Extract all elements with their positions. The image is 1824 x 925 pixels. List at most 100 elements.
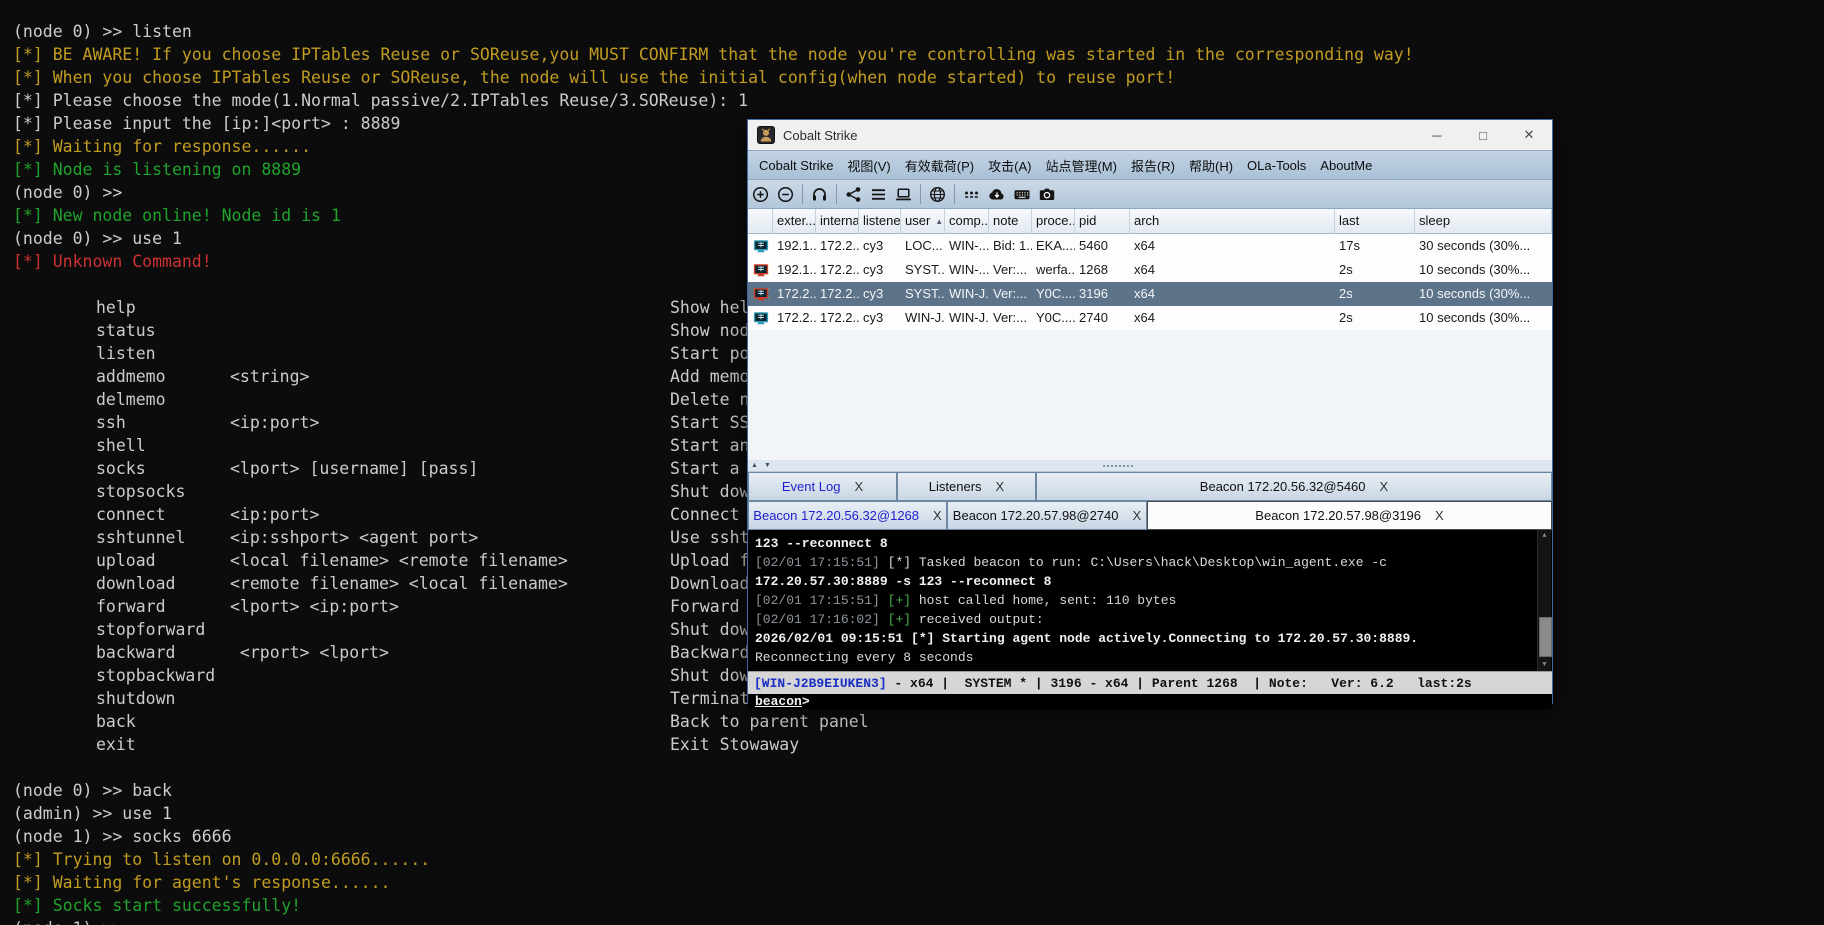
menu-cobalt-strike[interactable]: Cobalt Strike xyxy=(748,158,840,173)
plus-circle-icon[interactable] xyxy=(748,182,773,206)
console-timestamp: [02/01 17:16:02] xyxy=(755,612,880,627)
cell-process: Y0C.... xyxy=(1036,286,1075,301)
command-args: <rport> <lport> xyxy=(230,643,389,662)
cell-pid: 3196 xyxy=(1079,286,1108,301)
scrollbar-thumb[interactable] xyxy=(1539,617,1552,657)
maximize-button[interactable]: □ xyxy=(1460,120,1506,150)
column-header-internal[interactable]: internal xyxy=(816,209,859,233)
menu-site-management[interactable]: 站点管理(M) xyxy=(1038,156,1124,175)
tab-beacon-5460[interactable]: Beacon 172.20.56.32@5460 X xyxy=(1036,472,1552,501)
cell-listener: cy3 xyxy=(863,286,884,301)
tab-label: Beacon 172.20.56.32@1268 xyxy=(753,508,920,523)
tab-close-icon[interactable]: X xyxy=(1380,479,1389,494)
tab-beacon-2740[interactable]: Beacon 172.20.57.98@2740 X xyxy=(947,501,1147,530)
menu-help[interactable]: 帮助(H) xyxy=(1182,156,1240,175)
cell-note: Ver:... xyxy=(993,286,1027,301)
beacon-row[interactable]: 192.1... 172.2... cy3 SYST... WIN-... Ve… xyxy=(748,258,1552,282)
column-header-arch[interactable]: arch xyxy=(1130,209,1335,233)
menu-view[interactable]: 视图(V) xyxy=(840,156,897,175)
tab-close-icon[interactable]: X xyxy=(854,479,863,494)
command-name: download xyxy=(96,574,176,593)
list-icon[interactable] xyxy=(866,182,891,206)
command-desc: Show nod xyxy=(670,321,750,340)
command-name: status xyxy=(96,321,156,340)
tab-listeners[interactable]: Listeners X xyxy=(897,472,1036,501)
cell-arch: x64 xyxy=(1134,310,1155,325)
splitter-up-icon[interactable]: ▲ xyxy=(748,460,761,471)
menu-payloads[interactable]: 有效载荷(P) xyxy=(898,156,981,175)
tab-close-icon[interactable]: X xyxy=(1133,508,1142,523)
laptop-icon[interactable] xyxy=(891,182,916,206)
camera-icon[interactable] xyxy=(1034,182,1059,206)
beacon-row[interactable]: 172.2... 172.2... cy3 WIN-J... WIN-J... … xyxy=(748,306,1552,330)
share-icon[interactable] xyxy=(841,182,866,206)
cloud-download-icon[interactable] xyxy=(984,182,1009,206)
scroll-down-icon[interactable]: ▼ xyxy=(1538,659,1551,671)
column-header-process[interactable]: proce... xyxy=(1032,209,1075,233)
tab-close-icon[interactable]: X xyxy=(996,479,1005,494)
menu-ola-tools[interactable]: OLa-Tools xyxy=(1240,158,1313,173)
menu-reporting[interactable]: 报告(R) xyxy=(1124,156,1182,175)
cell-note: Bid: 1... xyxy=(993,238,1032,253)
splitter-grip[interactable] xyxy=(1102,464,1133,467)
column-header-listener[interactable]: listener xyxy=(859,209,901,233)
command-args: <lport> [username] [pass] xyxy=(230,459,479,478)
headset-icon[interactable] xyxy=(807,182,832,206)
menu-aboutme[interactable]: AboutMe xyxy=(1313,158,1379,173)
tab-beacon-1268[interactable]: Beacon 172.20.56.32@1268 X xyxy=(748,501,947,530)
command-name: ssh xyxy=(96,413,126,432)
terminal-prompt-line[interactable]: (node 1) >> xyxy=(0,917,1824,925)
column-header-user-label: user xyxy=(905,213,931,228)
tab-close-icon[interactable]: X xyxy=(933,508,942,523)
scroll-up-icon[interactable]: ▲ xyxy=(1538,530,1551,542)
minimize-button[interactable]: ─ xyxy=(1414,120,1460,150)
beacon-row-selected[interactable]: 172.2... 172.2... cy3 SYST... WIN-J... V… xyxy=(748,282,1552,306)
cell-process: werfa... xyxy=(1036,262,1075,277)
console-scrollbar[interactable]: ▲ ▼ xyxy=(1537,530,1552,671)
command-desc: Shut dow xyxy=(670,620,750,639)
ellipsis-icon[interactable] xyxy=(959,182,984,206)
toolbar-separator xyxy=(954,184,955,204)
splitter-down-icon[interactable]: ▼ xyxy=(761,460,774,471)
status-hostname: [WIN-J2B9EIUKEN3] xyxy=(754,675,887,691)
tab-beacon-3196-active[interactable]: Beacon 172.20.57.98@3196 X xyxy=(1147,501,1552,530)
column-header-external[interactable]: exter... xyxy=(773,209,816,233)
cell-user: SYST... xyxy=(905,286,945,301)
cell-sleep: 10 seconds (30%... xyxy=(1419,310,1531,325)
close-button[interactable]: ✕ xyxy=(1506,120,1552,150)
cell-listener: cy3 xyxy=(863,310,884,325)
success-tag: [+] xyxy=(887,612,912,627)
column-header-sleep[interactable]: sleep xyxy=(1415,209,1552,233)
column-header-user[interactable]: user ▲ xyxy=(901,209,945,233)
terminal-text: (node 0) >> use 1 xyxy=(13,229,182,248)
terminal-text: [*] Waiting for agent's response...... xyxy=(13,873,391,892)
screen: (node 0) >> listen [*] BE AWARE! If you … xyxy=(0,0,1824,925)
command-name: back xyxy=(96,712,136,731)
menu-attacks[interactable]: 攻击(A) xyxy=(981,156,1038,175)
globe-icon[interactable] xyxy=(925,182,950,206)
prompt-label: beacon xyxy=(755,694,802,709)
command-args: <ip:port> xyxy=(230,413,320,432)
column-header-icon[interactable] xyxy=(748,209,773,233)
pane-splitter[interactable]: ▲ ▼ xyxy=(748,460,1552,472)
column-header-pid[interactable]: pid xyxy=(1075,209,1130,233)
beacon-row[interactable]: 192.1... 172.2... cy3 LOC... WIN-... Bid… xyxy=(748,234,1552,258)
command-desc: Start a xyxy=(670,459,740,478)
column-header-last[interactable]: last xyxy=(1335,209,1415,233)
column-header-computer[interactable]: comp... xyxy=(945,209,989,233)
beacon-prompt[interactable]: beacon > xyxy=(748,694,1552,709)
column-header-note[interactable]: note xyxy=(989,209,1032,233)
tab-label: Beacon 172.20.56.32@5460 xyxy=(1199,479,1366,494)
cobalt-strike-window: Cobalt Strike ─ □ ✕ Cobalt Strike 视图(V) … xyxy=(747,119,1553,709)
cell-user: WIN-J... xyxy=(905,310,945,325)
command-desc: Connect xyxy=(670,505,740,524)
keyboard-icon[interactable] xyxy=(1009,182,1034,206)
console-text: received output: xyxy=(918,612,1044,627)
terminal-text: [*] Node is listening on 8889 xyxy=(13,160,302,179)
beacon-console[interactable]: 123 --reconnect 8 [02/01 17:15:51] [*] T… xyxy=(748,530,1552,671)
console-text: 2026/02/01 09:15:51 [*] Starting agent n… xyxy=(755,631,1419,646)
window-titlebar[interactable]: Cobalt Strike ─ □ ✕ xyxy=(748,120,1552,150)
tab-close-icon[interactable]: X xyxy=(1435,508,1444,523)
tab-event-log[interactable]: Event Log X xyxy=(748,472,897,501)
minus-circle-icon[interactable] xyxy=(773,182,798,206)
